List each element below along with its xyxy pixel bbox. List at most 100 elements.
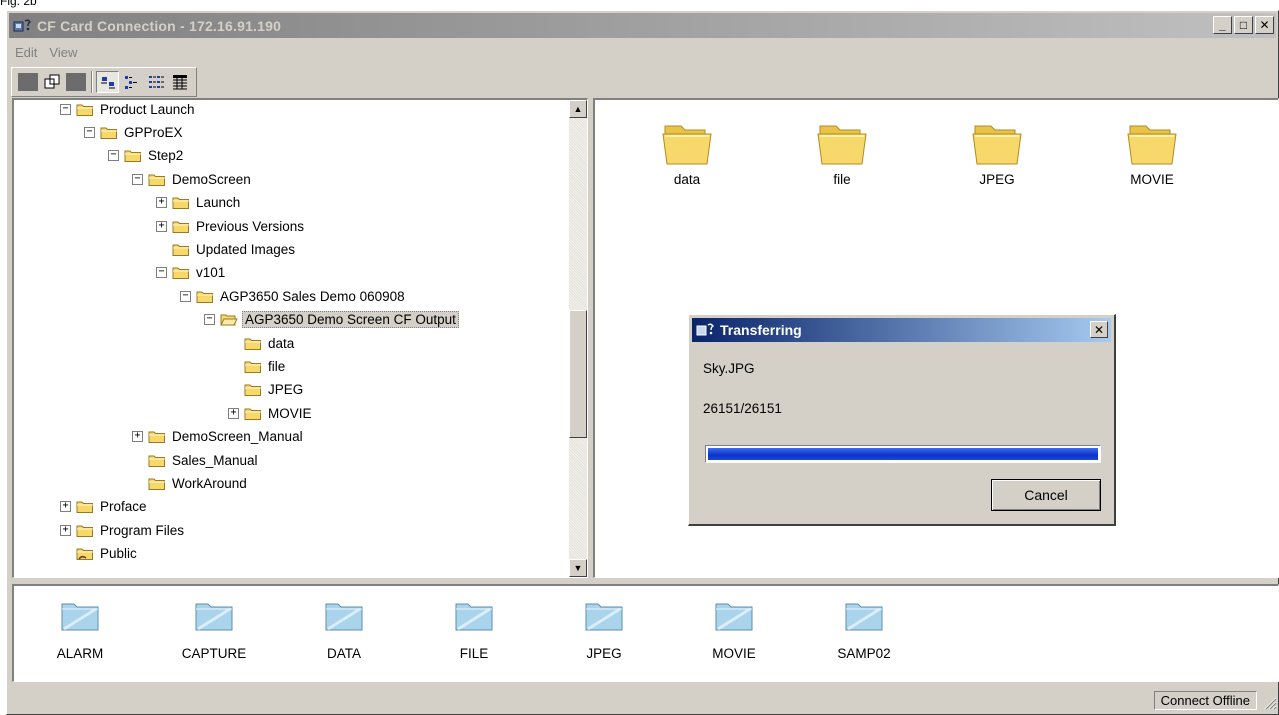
card-folder-label: DATA	[326, 646, 361, 661]
tree-item[interactable]: − DemoScreen	[132, 168, 253, 190]
folder-icon	[816, 118, 868, 166]
tree-item[interactable]: file	[228, 355, 287, 377]
folder-item[interactable]: JPEG	[942, 118, 1052, 187]
card-folder-item[interactable]: SAMP02	[814, 598, 914, 661]
scroll-thumb[interactable]	[569, 310, 587, 438]
tree-item[interactable]: + Program Files	[60, 519, 186, 541]
minimize-button[interactable]: _	[1213, 16, 1232, 34]
tree-item[interactable]: Updated Images	[156, 238, 297, 260]
folder-icon	[844, 598, 884, 632]
folder-tree[interactable]: − Product Launch − GPProEX − Step2− DemoScreen…	[12, 98, 588, 578]
tree-item-label: DemoScreen	[172, 171, 251, 187]
tree-item[interactable]: Public	[60, 543, 139, 565]
folder-icon	[244, 406, 262, 421]
collapse-icon[interactable]: −	[108, 150, 119, 162]
tree-item[interactable]: − AGP3650 Sales Demo 060908	[180, 285, 407, 307]
minimize-icon: _	[1219, 18, 1226, 32]
folder-icon	[244, 382, 262, 397]
arrow-down-icon: ▼	[573, 563, 583, 573]
resize-grip-icon[interactable]	[1261, 694, 1277, 710]
card-folder-item[interactable]: FILE	[424, 598, 524, 661]
toolbar-small-icons-button[interactable]	[120, 71, 143, 93]
tree-item-label: DemoScreen_Manual	[172, 429, 303, 445]
dialog-title-bar[interactable]: Transferring ✕	[692, 318, 1111, 342]
toolbar-button-1[interactable]	[16, 71, 39, 93]
tree-item-label: Previous Versions	[196, 218, 305, 234]
close-icon: ✕	[1259, 18, 1270, 32]
scroll-down-button[interactable]: ▼	[569, 559, 587, 577]
cf-card-contents-view[interactable]: ALARM CAPTURE DATA FILE JPEG MOVIE SAMP02	[12, 584, 1279, 682]
tree-item[interactable]: + Proface	[60, 496, 149, 518]
folder-item[interactable]: file	[787, 118, 897, 187]
folder-icon	[124, 148, 142, 163]
status-bar: Connect Offline	[8, 690, 1279, 710]
tree-item-label: AGP3650 Demo Screen CF Output	[242, 311, 459, 329]
menu-edit[interactable]: Edit	[9, 45, 43, 60]
close-button[interactable]: ✕	[1255, 16, 1274, 34]
folder-icon	[196, 289, 214, 304]
connection-status: Connect Offline	[1153, 691, 1257, 710]
scroll-up-button[interactable]: ▲	[569, 100, 587, 118]
tree-item[interactable]: JPEG	[228, 379, 305, 401]
tree-item[interactable]: + DemoScreen_Manual	[132, 426, 305, 448]
expand-icon[interactable]: +	[60, 501, 71, 513]
small-icons-view-icon	[124, 76, 137, 89]
tree-item[interactable]: − v101	[156, 262, 227, 284]
collapse-icon[interactable]: −	[60, 103, 71, 115]
tree-item[interactable]: data	[228, 332, 296, 354]
tree-item[interactable]: + Previous Versions	[156, 215, 306, 237]
tree-item[interactable]: − AGP3650 Demo Screen CF Output	[204, 309, 459, 331]
grey-block-icon	[17, 73, 38, 91]
transfer-progress-fill	[708, 448, 1098, 460]
tree-item[interactable]: + Launch	[156, 192, 242, 214]
tree-item[interactable]: Sales_Manual	[132, 449, 260, 471]
folder-icon	[172, 219, 190, 234]
folder-icon	[148, 476, 166, 491]
tree-item-label: MOVIE	[268, 405, 312, 421]
expand-icon[interactable]: +	[132, 431, 143, 443]
toolbar-list-button[interactable]	[144, 71, 167, 93]
expand-icon[interactable]: +	[228, 407, 239, 419]
tree-item-label: Launch	[196, 195, 241, 211]
maximize-button[interactable]: □	[1234, 16, 1253, 34]
expand-icon[interactable]: +	[60, 524, 71, 536]
copy-icon	[44, 74, 59, 89]
folder-item-label: JPEG	[979, 172, 1015, 187]
tree-item-label: JPEG	[268, 382, 304, 398]
tree-item-label: AGP3650 Sales Demo 060908	[220, 288, 405, 304]
collapse-icon[interactable]: −	[204, 314, 215, 326]
card-folder-item[interactable]: MOVIE	[684, 598, 784, 661]
toolbar-details-button[interactable]	[168, 71, 191, 93]
arrow-up-icon: ▲	[573, 104, 583, 114]
folder-icon	[172, 265, 190, 280]
toolbar-button-3[interactable]	[64, 71, 87, 93]
collapse-icon[interactable]: −	[132, 173, 143, 185]
tree-item[interactable]: WorkAround	[132, 472, 249, 494]
folder-item[interactable]: MOVIE	[1097, 118, 1207, 187]
collapse-icon[interactable]: −	[180, 290, 191, 302]
folder-item[interactable]: data	[632, 118, 742, 187]
title-bar[interactable]: CF Card Connection - 172.16.91.190 _ □ ✕	[9, 13, 1276, 38]
collapse-icon[interactable]: −	[156, 267, 167, 279]
card-folder-label: MOVIE	[712, 646, 756, 661]
tree-item[interactable]: − GPProEX	[84, 121, 185, 143]
card-folder-item[interactable]: CAPTURE	[164, 598, 264, 661]
toolbar-large-icons-button[interactable]	[96, 71, 119, 93]
tree-item[interactable]: − Product Launch	[60, 100, 197, 120]
tree-item[interactable]: + MOVIE	[228, 402, 314, 424]
expand-icon[interactable]: +	[156, 197, 167, 209]
dialog-close-button[interactable]: ✕	[1090, 321, 1108, 338]
folder-icon	[148, 172, 166, 187]
card-folder-item[interactable]: JPEG	[554, 598, 654, 661]
card-folder-label: SAMP02	[837, 646, 891, 661]
cancel-button[interactable]: Cancel	[991, 479, 1101, 511]
toolbar-copy-button[interactable]	[40, 71, 63, 93]
tree-item[interactable]: − Step2	[108, 145, 185, 167]
tree-vertical-scrollbar[interactable]: ▲ ▼	[569, 100, 587, 577]
menu-view[interactable]: View	[43, 45, 83, 60]
card-folder-item[interactable]: ALARM	[30, 598, 130, 661]
expand-icon[interactable]: +	[156, 220, 167, 232]
transfer-icon	[696, 322, 714, 338]
collapse-icon[interactable]: −	[84, 126, 95, 138]
card-folder-item[interactable]: DATA	[294, 598, 394, 661]
